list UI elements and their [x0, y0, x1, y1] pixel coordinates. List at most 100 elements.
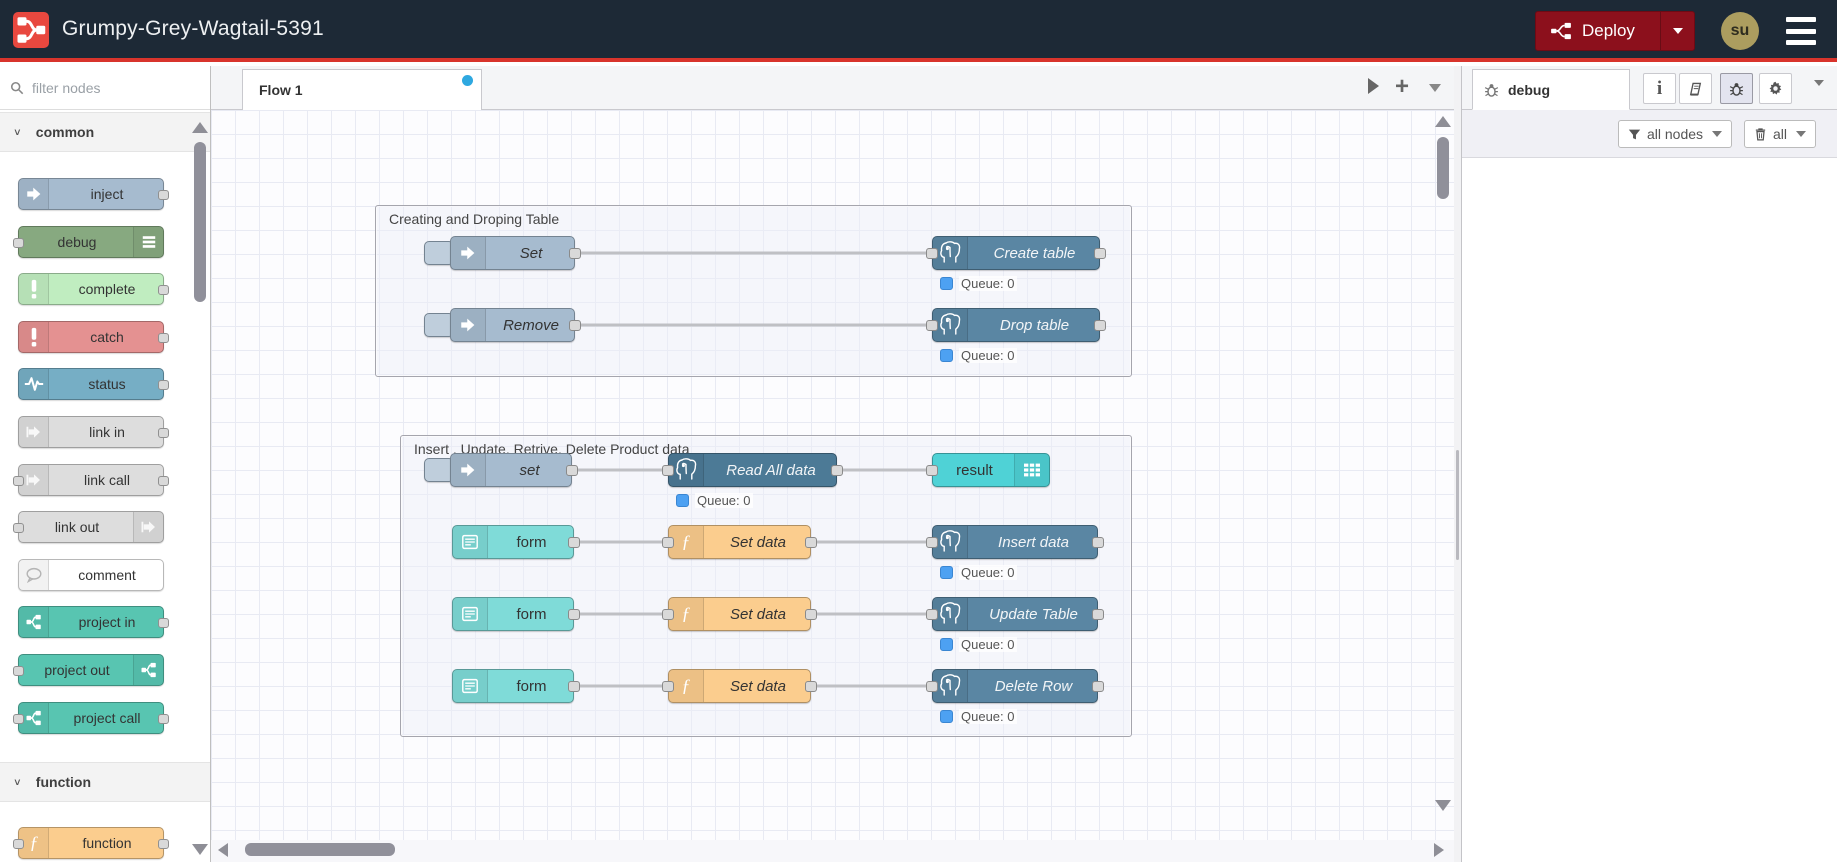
output-port[interactable]: [568, 609, 580, 620]
palette-node-status[interactable]: status: [18, 368, 169, 400]
debug-clear-button[interactable]: all: [1744, 120, 1817, 148]
output-port[interactable]: [158, 190, 169, 200]
deploy-button[interactable]: Deploy: [1535, 11, 1695, 51]
palette-node-complete[interactable]: complete: [18, 273, 169, 305]
flow-node-form[interactable]: form: [452, 597, 580, 631]
output-port[interactable]: [569, 320, 581, 331]
palette-scrollbar-thumb[interactable]: [194, 142, 206, 302]
palette-node-function[interactable]: ƒ function: [13, 827, 169, 859]
canvas-horizontal-scrollbar-thumb[interactable]: [245, 843, 395, 856]
input-port[interactable]: [926, 681, 938, 692]
input-port[interactable]: [13, 476, 24, 486]
palette-category-common[interactable]: ∨ common: [0, 112, 210, 152]
flow-node-set-data[interactable]: ƒ Set data: [662, 669, 817, 703]
main-menu-button[interactable]: [1786, 17, 1816, 45]
output-port[interactable]: [158, 285, 169, 295]
input-port[interactable]: [926, 537, 938, 548]
palette-node-comment[interactable]: comment: [18, 559, 164, 591]
flow-node-update-table[interactable]: Update Table: [926, 597, 1104, 631]
flow-node-set-data[interactable]: ƒ Set data: [662, 597, 817, 631]
add-flow-button[interactable]: +: [1395, 70, 1409, 104]
output-port[interactable]: [568, 537, 580, 548]
info-tab-button[interactable]: i: [1643, 73, 1676, 104]
flow-list-caret[interactable]: [1429, 84, 1441, 92]
tab-flow-1[interactable]: Flow 1: [242, 69, 482, 110]
input-port[interactable]: [662, 609, 674, 620]
output-port[interactable]: [158, 333, 169, 343]
flow-node-insert-data[interactable]: Insert data: [926, 525, 1104, 559]
input-port[interactable]: [662, 681, 674, 692]
output-port[interactable]: [158, 476, 169, 486]
palette-category-function[interactable]: ∨ function: [0, 762, 210, 802]
palette-search[interactable]: [0, 66, 210, 110]
input-port[interactable]: [926, 609, 938, 620]
input-port[interactable]: [926, 248, 938, 259]
filter-nodes-input[interactable]: [32, 79, 182, 96]
palette-node-inject[interactable]: inject: [18, 178, 169, 210]
input-port[interactable]: [662, 537, 674, 548]
flow-node-set[interactable]: set: [450, 453, 578, 487]
palette-scroll-down-arrow[interactable]: [192, 844, 208, 855]
input-port[interactable]: [13, 714, 24, 724]
output-port[interactable]: [1092, 681, 1104, 692]
input-port[interactable]: [926, 320, 938, 331]
flow-node-drop-table[interactable]: Drop table: [926, 308, 1106, 342]
flow-node-form[interactable]: form: [452, 669, 580, 703]
sidebar-splitter[interactable]: [1454, 66, 1462, 862]
input-port[interactable]: [13, 238, 24, 248]
output-port[interactable]: [158, 714, 169, 724]
output-port[interactable]: [1094, 248, 1106, 259]
flow-group[interactable]: [375, 205, 1132, 377]
output-port[interactable]: [158, 618, 169, 628]
debug-filter-button[interactable]: all nodes: [1618, 120, 1733, 148]
output-port[interactable]: [1092, 609, 1104, 620]
flow-canvas[interactable]: Creating and Droping Table Insert , Updat…: [211, 110, 1454, 840]
flow-node-set[interactable]: Set: [450, 236, 581, 270]
palette-node-link-call[interactable]: link call: [13, 464, 169, 496]
output-port[interactable]: [831, 465, 843, 476]
output-port[interactable]: [805, 609, 817, 620]
flow-node-remove[interactable]: Remove: [450, 308, 581, 342]
palette-node-project-out[interactable]: project out: [13, 654, 164, 686]
debug-tab-button[interactable]: [1720, 73, 1753, 104]
tab-debug[interactable]: debug: [1472, 69, 1630, 110]
canvas-scroll-down-arrow[interactable]: [1435, 800, 1451, 811]
output-port[interactable]: [1092, 537, 1104, 548]
palette-node-link-in[interactable]: link in: [18, 416, 169, 448]
output-port[interactable]: [569, 248, 581, 259]
flow-node-set-data[interactable]: ƒ Set data: [662, 525, 817, 559]
output-port[interactable]: [566, 465, 578, 476]
output-port[interactable]: [1094, 320, 1106, 331]
flow-node-form[interactable]: form: [452, 525, 580, 559]
palette-node-link-out[interactable]: link out: [13, 511, 164, 543]
flow-node-create-table[interactable]: Create table: [926, 236, 1106, 270]
output-port[interactable]: [158, 428, 169, 438]
output-port[interactable]: [158, 839, 169, 849]
canvas-vertical-scrollbar-thumb[interactable]: [1437, 137, 1449, 199]
palette-scroll-up-arrow[interactable]: [192, 122, 208, 133]
input-port[interactable]: [13, 523, 24, 533]
canvas-scroll-right-arrow[interactable]: [1434, 843, 1444, 857]
canvas-scroll-left-arrow[interactable]: [218, 843, 228, 857]
flow-node-result[interactable]: result: [926, 453, 1050, 487]
flow-node-delete-row[interactable]: Delete Row: [926, 669, 1104, 703]
input-port[interactable]: [13, 666, 24, 676]
canvas-scroll-up-arrow[interactable]: [1435, 116, 1451, 127]
user-avatar[interactable]: su: [1721, 12, 1759, 50]
palette-node-project-call[interactable]: project call: [13, 702, 169, 734]
output-port[interactable]: [158, 380, 169, 390]
input-port[interactable]: [13, 839, 24, 849]
input-port[interactable]: [926, 465, 938, 476]
output-port[interactable]: [805, 537, 817, 548]
sidebar-options-caret[interactable]: [1814, 80, 1824, 104]
palette-node-catch[interactable]: catch: [18, 321, 169, 353]
output-port[interactable]: [805, 681, 817, 692]
help-tab-button[interactable]: [1679, 73, 1712, 104]
config-tab-button[interactable]: [1759, 73, 1792, 104]
input-port[interactable]: [662, 465, 674, 476]
next-tab-button[interactable]: [1368, 78, 1379, 94]
deploy-options-caret[interactable]: [1660, 12, 1694, 50]
flow-node-read-all-data[interactable]: Read All data: [662, 453, 843, 487]
palette-node-project-in[interactable]: project in: [18, 606, 169, 638]
palette-node-debug[interactable]: debug: [13, 226, 164, 258]
